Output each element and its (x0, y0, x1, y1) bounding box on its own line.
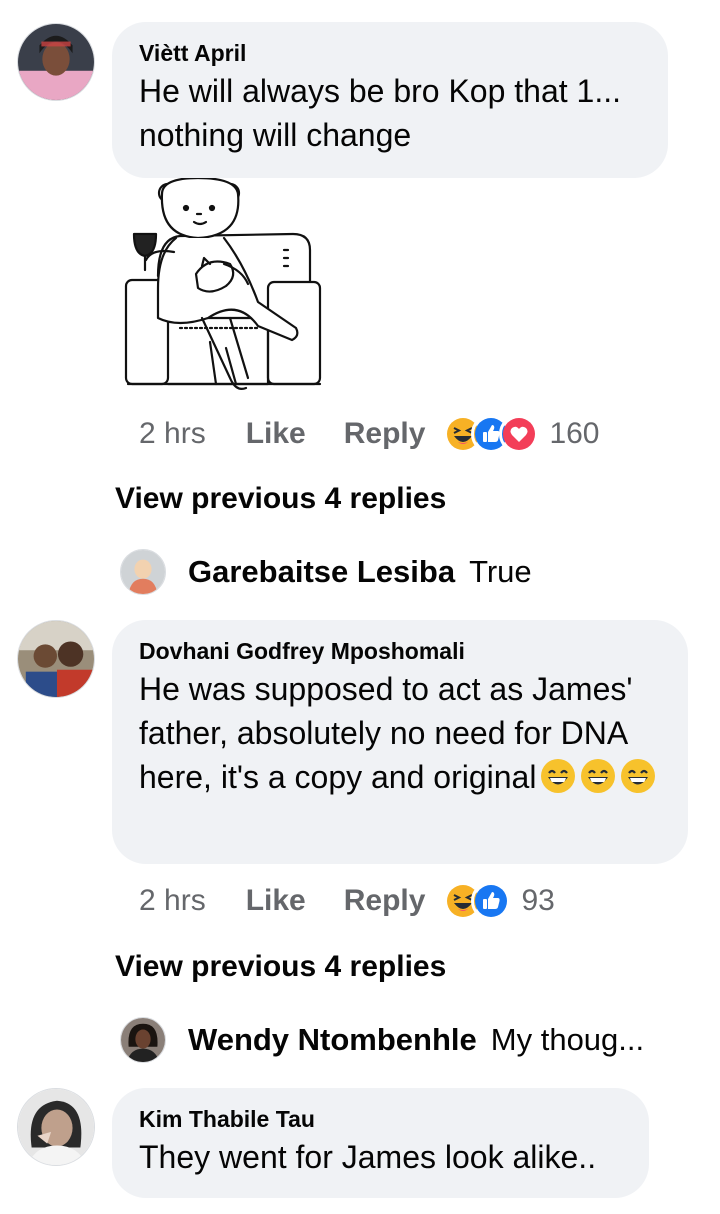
comment-meta: 2 hrs Like Reply 160 (139, 414, 600, 454)
avatar[interactable] (17, 23, 95, 101)
reaction-count: 160 (549, 417, 600, 450)
bear-in-armchair-sticker[interactable] (118, 176, 328, 398)
avatar[interactable] (17, 620, 95, 698)
like-icon (471, 881, 512, 921)
reaction-count: 93 (521, 884, 555, 917)
avatar[interactable] (120, 1017, 166, 1063)
reactions-summary[interactable]: 93 (443, 881, 555, 921)
love-icon (499, 414, 540, 454)
avatar[interactable] (17, 1088, 95, 1166)
comment-author[interactable]: Kim Thabile Tau (139, 1106, 622, 1133)
view-previous-replies[interactable]: View previous 4 replies (115, 950, 446, 984)
avatar-image (18, 1089, 94, 1165)
reply-author[interactable]: Wendy Ntombenhle (188, 1022, 477, 1058)
comment-text: He was supposed to act as James' father,… (139, 667, 661, 799)
comment-author[interactable]: Dovhani Godfrey Mposhomali (139, 638, 661, 665)
reactions-summary[interactable]: 160 (443, 414, 600, 454)
comment-bubble[interactable]: Kim Thabile Tau They went for James look… (112, 1088, 649, 1198)
comment-text: He will always be bro Kop that 1... noth… (139, 73, 622, 153)
comment-meta: 2 hrs Like Reply 93 (139, 881, 555, 921)
comment-bubble[interactable]: Viètt April He will always be bro Kop th… (112, 22, 668, 178)
reply-author[interactable]: Garebaitse Lesiba (188, 554, 455, 590)
reply-text: My thoug... (490, 1022, 645, 1057)
like-button[interactable]: Like (246, 417, 306, 451)
avatar-image (18, 24, 94, 100)
avatar-image (121, 1018, 165, 1062)
reply-text: True (469, 554, 532, 589)
comment-author[interactable]: Viètt April (139, 40, 641, 67)
avatar[interactable] (120, 549, 166, 595)
timestamp[interactable]: 2 hrs (139, 417, 206, 451)
sticker-image (124, 176, 322, 390)
latest-reply[interactable]: Garebaitse Lesiba True (120, 548, 532, 596)
avatar-image (18, 621, 94, 697)
reply-button[interactable]: Reply (344, 884, 426, 918)
like-button[interactable]: Like (246, 884, 306, 918)
reply-button[interactable]: Reply (344, 417, 426, 451)
comment-text: They went for James look alike.. (139, 1139, 597, 1175)
grinning-squinting-face-icon (620, 758, 656, 794)
timestamp[interactable]: 2 hrs (139, 884, 206, 918)
grinning-squinting-face-icon (580, 758, 616, 794)
avatar-image (121, 550, 165, 594)
grinning-squinting-face-icon (540, 758, 576, 794)
comment-bubble[interactable]: Dovhani Godfrey Mposhomali He was suppos… (112, 620, 688, 864)
view-previous-replies[interactable]: View previous 4 replies (115, 482, 446, 516)
latest-reply[interactable]: Wendy Ntombenhle My thoug... (120, 1016, 644, 1064)
